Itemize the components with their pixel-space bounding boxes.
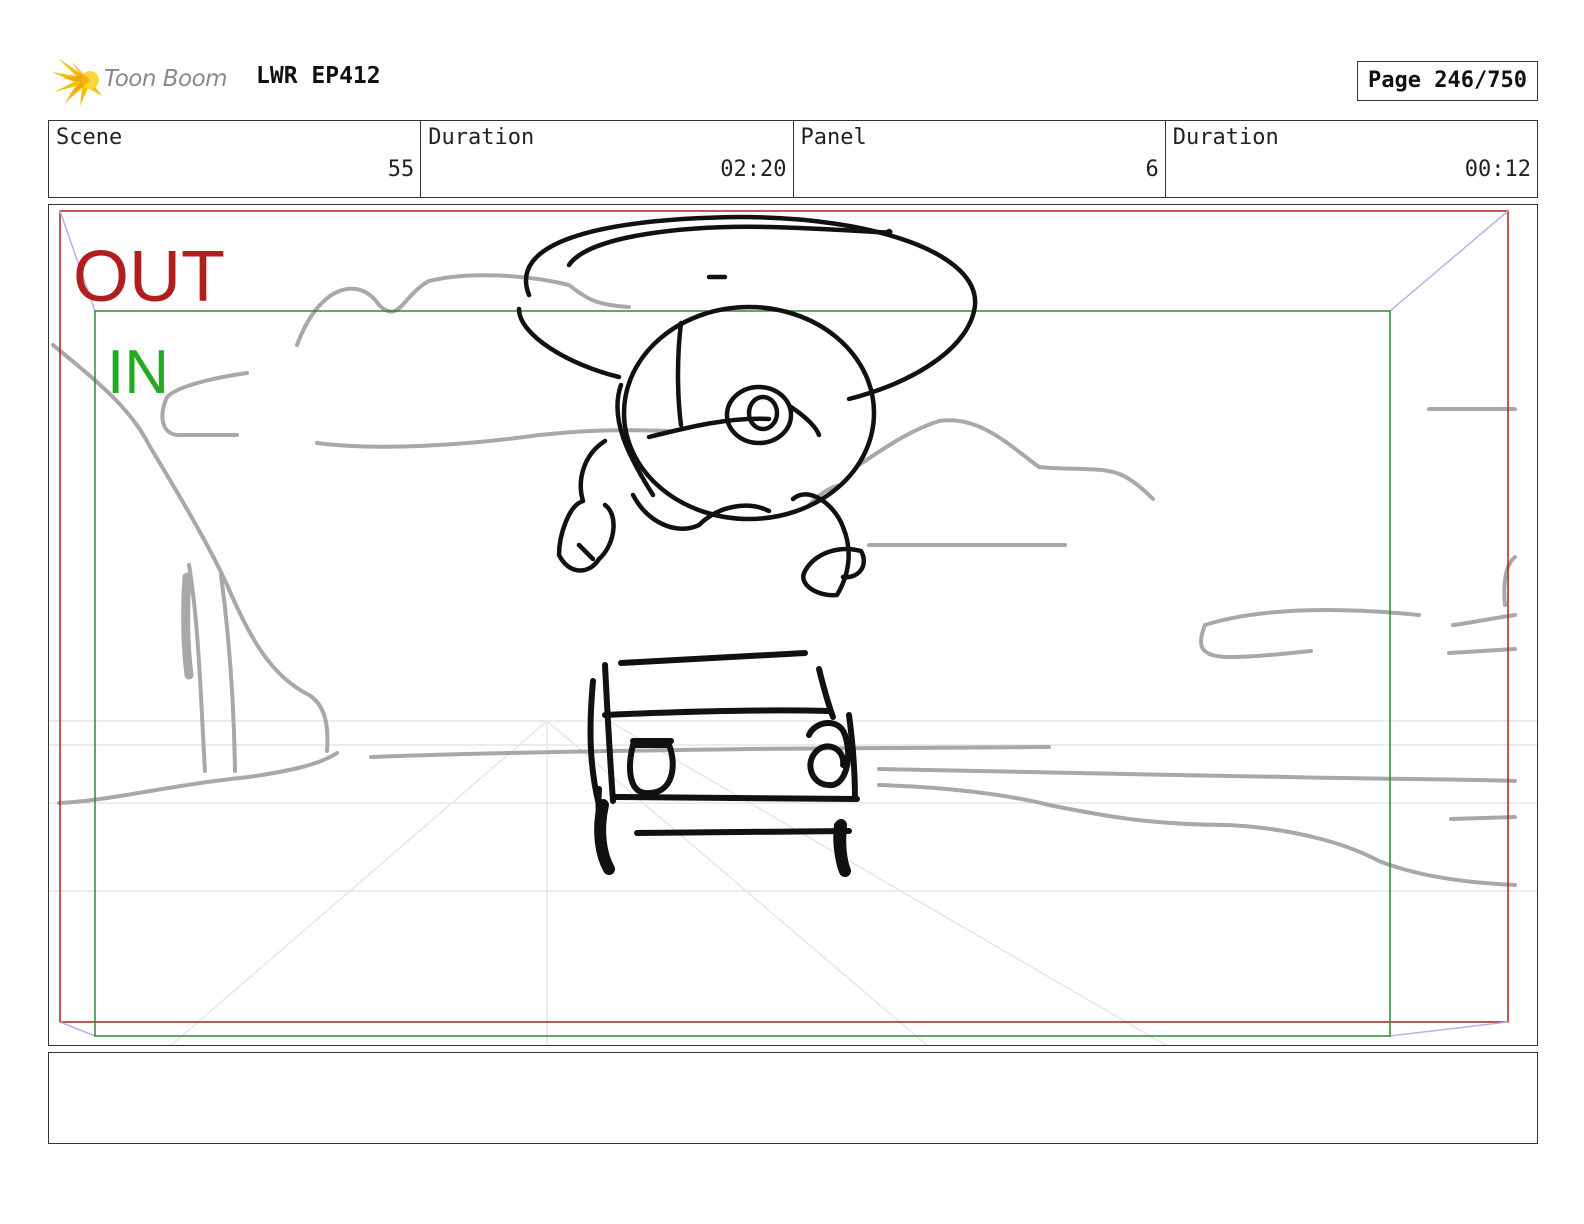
scene-duration-cell: Duration 02:20: [421, 121, 794, 197]
scene-duration-label: Duration: [428, 125, 535, 150]
scene-duration-value: 02:20: [720, 157, 787, 182]
vehicle-sketch: [587, 650, 860, 872]
scene-label: Scene: [56, 125, 123, 150]
vehicle-right-tire: [834, 819, 851, 877]
in-frame-label: IN: [107, 338, 169, 407]
perspective-grid: [49, 720, 1537, 1045]
panel-caption-box: [48, 1052, 1538, 1144]
panel-value: 6: [1145, 157, 1159, 182]
starburst-icon: [52, 58, 102, 106]
panel-info-table: Scene 55 Duration 02:20 Panel 6 Duration…: [48, 120, 1538, 198]
pillar-shadow: [181, 572, 194, 680]
panel-label: Panel: [800, 125, 867, 150]
out-frame-corner-lines: [59, 210, 1509, 1037]
panel-duration-cell: Duration 00:12: [1166, 121, 1537, 197]
page-indicator: Page 246/750: [1357, 61, 1538, 101]
panel-duration-value: 00:12: [1464, 157, 1531, 182]
out-frame: [59, 210, 1509, 1023]
out-frame-label: OUT: [73, 237, 225, 317]
panel-cell: Panel 6: [794, 121, 1166, 197]
storyboard-panel: OUT IN: [48, 204, 1538, 1046]
scene-value: 55: [387, 157, 415, 182]
project-title: LWR EP412: [256, 63, 381, 89]
vehicle-left-tire: [594, 799, 615, 875]
panel-duration-label: Duration: [1172, 125, 1279, 150]
scene-cell: Scene 55: [49, 121, 422, 197]
character-sketch: [516, 214, 978, 598]
panel-drawing: OUT IN: [49, 210, 1537, 1045]
logo-text: Toon Boom: [104, 66, 228, 92]
background-sketch: [51, 273, 1517, 887]
